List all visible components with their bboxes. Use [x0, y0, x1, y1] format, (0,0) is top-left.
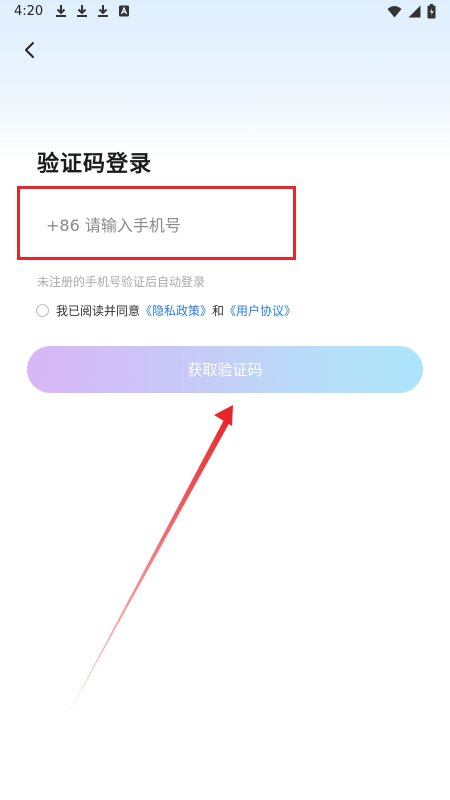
signal-icon: [408, 5, 421, 22]
header-gradient-background: [0, 0, 450, 160]
agreement-checkbox[interactable]: [36, 304, 49, 317]
phone-number-input[interactable]: [46, 211, 286, 239]
get-code-label: 获取验证码: [187, 361, 263, 379]
download-icon: [55, 4, 67, 18]
download-icon: [76, 4, 88, 18]
status-bar: 4:20: [0, 0, 450, 24]
privacy-policy-link[interactable]: 《隐私政策》: [140, 302, 212, 319]
wifi-icon: [387, 5, 402, 22]
chevron-left-icon: [23, 41, 37, 63]
annotation-arrow-shaft: [66, 416, 231, 718]
agreement-prefix: 我已阅读并同意: [56, 304, 141, 318]
agreement-joiner: 和: [212, 304, 225, 318]
a-box-icon: [118, 4, 130, 18]
auto-register-hint: 未注册的手机号验证后自动登录: [37, 275, 206, 289]
status-notification-icons: [55, 4, 130, 18]
agreement-row: 我已阅读并同意 《隐私政策》 和 《用户协议》: [36, 302, 296, 319]
user-agreement-link[interactable]: 《用户协议》: [224, 302, 296, 319]
annotation-arrow-head: [214, 405, 233, 426]
download-icon: [97, 4, 109, 18]
page-title: 验证码登录: [37, 152, 153, 177]
get-verification-code-button[interactable]: 获取验证码: [27, 346, 423, 393]
phone-input-highlight-box: [17, 186, 296, 260]
status-system-icons: [387, 4, 436, 23]
back-button[interactable]: [18, 40, 42, 64]
battery-icon: [427, 4, 436, 23]
status-time: 4:20: [14, 4, 44, 19]
